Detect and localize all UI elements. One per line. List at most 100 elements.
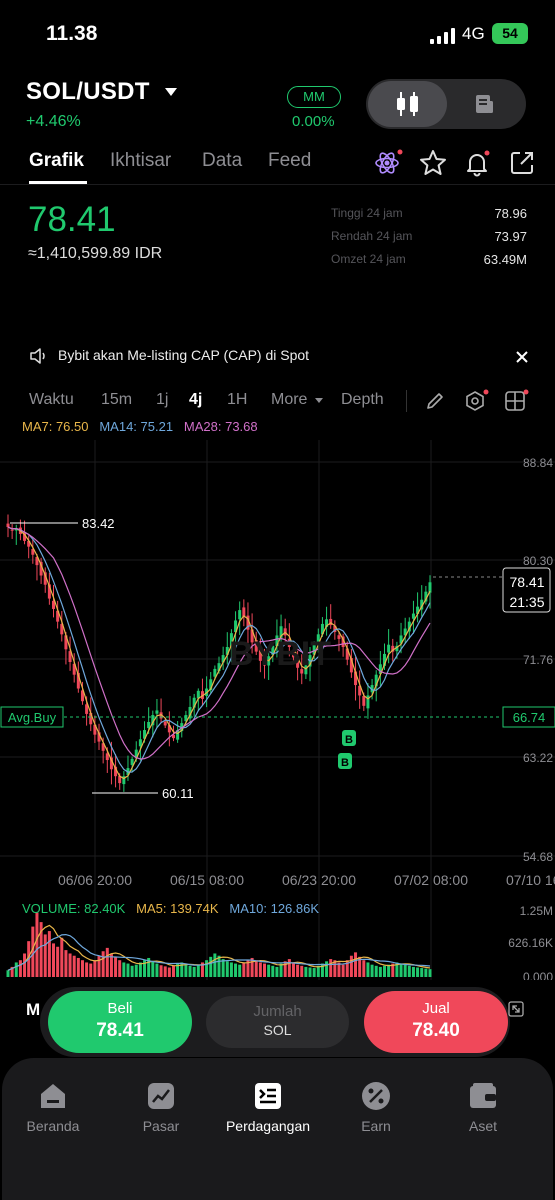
buy-label: Beli: [107, 1000, 133, 1017]
amount-unit: SOL: [263, 1022, 292, 1038]
volume-bar: [43, 934, 47, 977]
candle-body: [130, 758, 134, 765]
volume-bar: [68, 953, 72, 977]
buy-marker-label: B: [345, 734, 353, 746]
candle-body: [337, 635, 341, 639]
pencil-icon[interactable]: [424, 390, 446, 412]
x-tick: 06/15 08:00: [170, 872, 244, 888]
candle-body: [387, 644, 391, 653]
close-icon[interactable]: [515, 350, 529, 364]
document-icon[interactable]: [472, 92, 496, 116]
volume-bar: [155, 963, 159, 977]
volume-bar: [304, 966, 308, 977]
y-tick: 63.22: [523, 751, 553, 765]
nav-perdagangan[interactable]: Perdagangan: [213, 1080, 323, 1134]
volume-bar: [242, 962, 246, 977]
announcement-text[interactable]: Bybit akan Me-listing CAP (CAP) di Spot: [58, 347, 309, 363]
volume-bar: [105, 947, 109, 977]
price-chart[interactable]: Avg.Buy 66.74 78.41 21:35 83.42 60.11 B …: [0, 440, 555, 980]
buy-marker-label: B: [341, 757, 349, 769]
layout-icon[interactable]: [504, 389, 530, 413]
candle-body: [155, 710, 159, 714]
volume-bar: [72, 955, 76, 977]
volume-bar: [362, 960, 366, 977]
nav-aset[interactable]: Aset: [428, 1080, 538, 1134]
volume-bar: [93, 960, 97, 977]
nav-label: Beranda: [26, 1118, 80, 1134]
y-tick: 80.30: [523, 554, 553, 568]
volume-bar: [312, 968, 316, 977]
volume-bar: [378, 966, 382, 977]
x-tick: 06/23 20:00: [282, 872, 356, 888]
tf-1h[interactable]: 1H: [227, 391, 247, 409]
more-caret-icon[interactable]: [315, 398, 323, 403]
volume-bar: [171, 965, 175, 977]
mm-value: 0.00%: [292, 113, 335, 130]
volume-bar: [225, 961, 229, 977]
candle-view-button[interactable]: [368, 81, 447, 127]
candle-body: [362, 696, 366, 706]
ai-atom-icon[interactable]: [373, 148, 403, 178]
volume-bar: [18, 960, 22, 977]
expand-icon[interactable]: [508, 1001, 524, 1017]
volume-bar: [6, 970, 10, 977]
x-tick: 07/02 08:00: [394, 872, 468, 888]
volume-legend: VOLUME: 82.40K MA5: 139.74K MA10: 126.86…: [22, 901, 319, 916]
nav-label: Perdagangan: [225, 1118, 311, 1134]
tf-1j[interactable]: 1j: [156, 391, 168, 409]
bell-icon[interactable]: [462, 148, 492, 178]
volume-bar: [316, 965, 320, 977]
candlesticks: [6, 514, 432, 792]
volume-bar: [291, 962, 295, 977]
volume-bar: [296, 964, 300, 977]
vol-ma5-label: MA5: 139.74K: [136, 901, 219, 916]
tab-feed[interactable]: Feed: [268, 150, 311, 172]
status-time: 11.38: [46, 22, 98, 45]
volume-bar: [122, 962, 126, 977]
caret-down-icon[interactable]: [165, 88, 177, 96]
volume-bar: [205, 960, 209, 977]
volume-bar: [14, 962, 18, 977]
star-icon[interactable]: [418, 148, 448, 178]
tf-4j[interactable]: 4j: [189, 391, 202, 409]
stat-label-high: Tinggi 24 jam: [331, 206, 403, 220]
tab-ikhtisar[interactable]: Ikhtisar: [110, 150, 171, 172]
volume-bar: [85, 962, 89, 977]
candle-body: [10, 529, 14, 531]
x-tick: 07/10 16: [506, 872, 555, 888]
volume-bar: [167, 967, 171, 977]
nav-pasar[interactable]: Pasar: [106, 1080, 216, 1134]
tf-waktu[interactable]: Waktu: [29, 391, 74, 409]
candlestick-icon: [397, 92, 418, 116]
amount-field[interactable]: Jumlah SOL: [206, 996, 349, 1048]
tf-more[interactable]: More: [271, 391, 307, 409]
volume-bar: [209, 956, 213, 977]
volume-bar: [138, 962, 142, 977]
candle-body: [428, 582, 432, 593]
tab-data[interactable]: Data: [202, 150, 242, 172]
buy-button[interactable]: Beli 78.41: [48, 991, 192, 1053]
tf-15m[interactable]: 15m: [101, 391, 132, 409]
last-price: 78.41: [28, 200, 116, 239]
nav-earn[interactable]: Earn: [321, 1080, 431, 1134]
volume-bar: [424, 968, 428, 977]
ma28-label: MA28: 73.68: [183, 419, 258, 434]
toolbar-divider: [406, 390, 407, 412]
wallet-icon: [470, 1083, 496, 1108]
volume-bar: [399, 963, 403, 977]
tab-grafik[interactable]: Grafik: [29, 150, 84, 172]
nav-beranda[interactable]: Beranda: [0, 1080, 108, 1134]
volume-bar: [329, 959, 333, 977]
indicator-icon[interactable]: [464, 389, 490, 413]
pair-title[interactable]: SOL/USDT: [26, 78, 150, 106]
volume-bar: [407, 965, 411, 977]
sell-button[interactable]: Jual 78.40: [364, 991, 508, 1053]
tf-depth[interactable]: Depth: [341, 391, 384, 409]
m-label: M: [26, 1000, 41, 1019]
volume-bar: [387, 964, 391, 977]
volume-bar: [271, 965, 275, 977]
volume-bar: [287, 959, 291, 977]
volume-bar: [374, 965, 378, 977]
share-icon[interactable]: [507, 148, 537, 178]
mm-badge[interactable]: MM: [287, 86, 341, 108]
